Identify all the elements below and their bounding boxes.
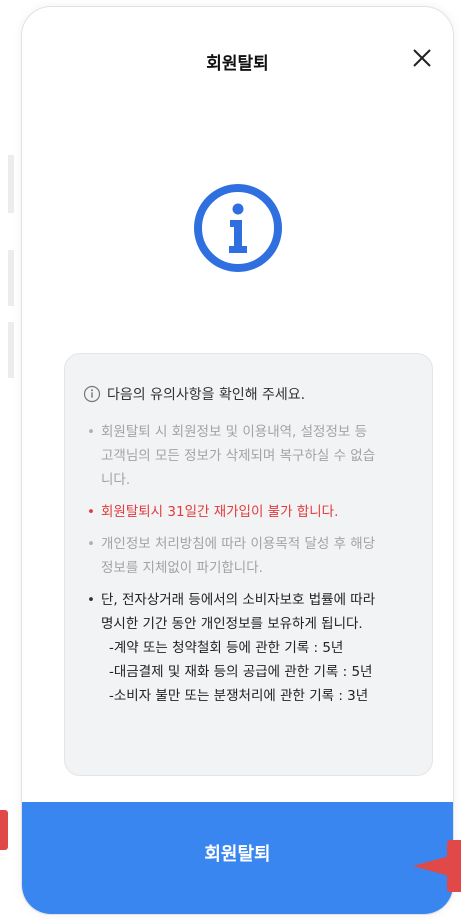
info-circle-small-icon <box>83 385 101 403</box>
annotation-marker-left <box>0 810 8 850</box>
notice-item: 단, 전자상거래 등에서의 소비자보호 법률에 따라 명시한 기간 동안 개인정… <box>83 588 414 708</box>
notice-item-warning: 회원탈퇴시 31일간 재가입이 불가 합니다. <box>83 500 414 524</box>
notice-line: 정보를 지체없이 파기합니다. <box>101 560 263 576</box>
close-button[interactable] <box>407 43 437 73</box>
background-strip <box>8 250 14 306</box>
dialog-title: 회원탈퇴 <box>206 54 269 74</box>
notice-header: 다음의 유의사항을 확인해 주세요. <box>83 384 414 404</box>
notice-line: 개인정보 처리방침에 따라 이용목적 달성 후 해당 <box>101 536 376 552</box>
notice-line: 회원탈퇴시 31일간 재가입이 불가 합니다. <box>101 504 339 520</box>
pointer-arrow-icon <box>413 856 449 876</box>
background-strip <box>8 322 14 378</box>
notice-line: 니다. <box>101 472 131 488</box>
annotation-marker-right <box>447 840 461 892</box>
retention-item: -소비자 불만 또는 분쟁처리에 관한 기록 : 3년 <box>109 688 369 704</box>
background-strip <box>8 155 14 213</box>
notice-header-text: 다음의 유의사항을 확인해 주세요. <box>107 387 306 403</box>
retention-list: -계약 또는 청약철회 등에 관한 기록 : 5년 -대금결제 및 재화 등의 … <box>101 636 414 708</box>
notice-line: 회원탈퇴 시 회원정보 및 이용내역, 설정정보 등 <box>101 424 368 440</box>
notice-line: 명시한 기간 동안 개인정보를 보유하게 됩니다. <box>101 616 363 632</box>
notice-item: 회원탈퇴 시 회원정보 및 이용내역, 설정정보 등 고객님의 모든 정보가 삭… <box>83 420 414 492</box>
notice-line: 단, 전자상거래 등에서의 소비자보호 법률에 따라 <box>101 592 376 608</box>
info-circle-icon <box>192 182 284 274</box>
notice-item: 개인정보 처리방침에 따라 이용목적 달성 후 해당 정보를 지체없이 파기합니… <box>83 532 414 580</box>
notice-list: 회원탈퇴 시 회원정보 및 이용내역, 설정정보 등 고객님의 모든 정보가 삭… <box>83 420 414 708</box>
notice-box: 다음의 유의사항을 확인해 주세요. 회원탈퇴 시 회원정보 및 이용내역, 설… <box>64 353 433 776</box>
notice-line: 고객님의 모든 정보가 삭제되며 복구하실 수 없습 <box>101 448 376 464</box>
retention-item: -대금결제 및 재화 등의 공급에 관한 기록 : 5년 <box>109 664 373 680</box>
withdraw-button[interactable]: 회원탈퇴 <box>22 802 453 914</box>
withdraw-dialog: 회원탈퇴 다음의 유의사항을 확인해 주세요. 회 <box>21 6 454 915</box>
retention-item: -계약 또는 청약철회 등에 관한 기록 : 5년 <box>109 640 344 656</box>
close-icon <box>413 49 431 67</box>
